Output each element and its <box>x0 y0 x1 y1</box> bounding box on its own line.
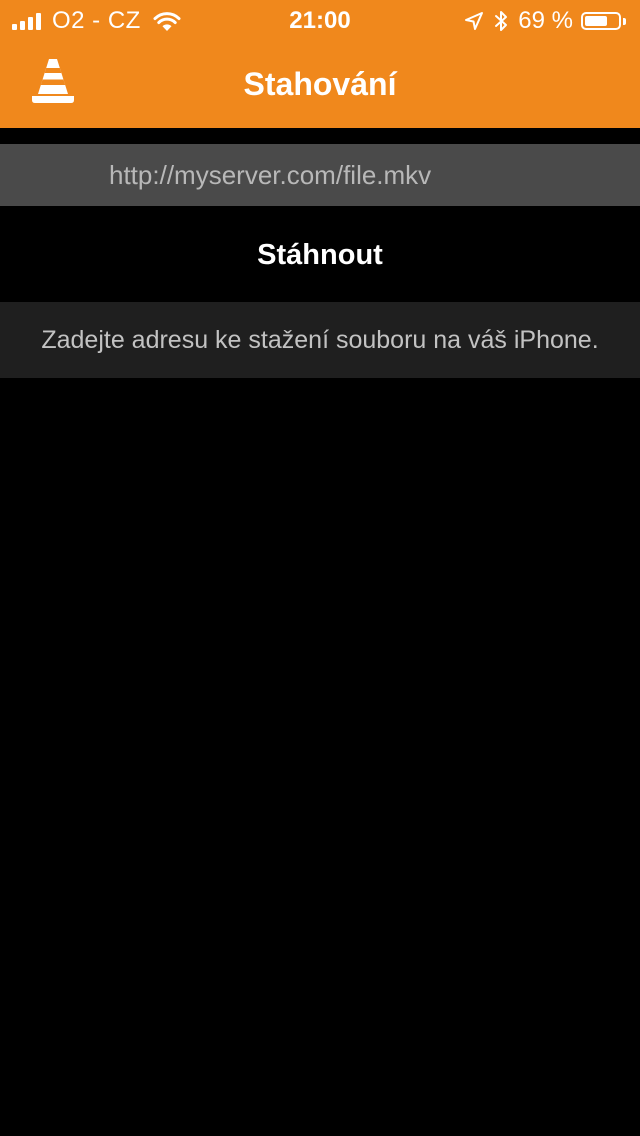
help-text: Zadejte adresu ke stažení souboru na váš… <box>41 325 599 354</box>
battery-cap <box>623 17 626 25</box>
status-bar: O2 - CZ 21:00 69 % <box>0 0 640 40</box>
location-arrow-icon <box>465 12 484 30</box>
help-row: Zadejte adresu ke stažení souboru na váš… <box>0 302 640 378</box>
download-button[interactable]: Stáhnout <box>0 222 640 288</box>
top-bar: O2 - CZ 21:00 69 % Stahování <box>0 0 640 128</box>
bluetooth-icon <box>495 11 508 31</box>
battery-percent: 69 % <box>518 7 573 34</box>
battery-icon <box>581 12 621 30</box>
battery-fill <box>585 16 607 26</box>
download-screen: O2 - CZ 21:00 69 % Stahování http://myse… <box>0 0 640 1136</box>
status-bar-right: 69 % <box>464 7 626 35</box>
navigation-bar: Stahování <box>0 40 640 128</box>
page-title: Stahování <box>243 66 397 102</box>
download-url-input[interactable] <box>0 144 640 206</box>
